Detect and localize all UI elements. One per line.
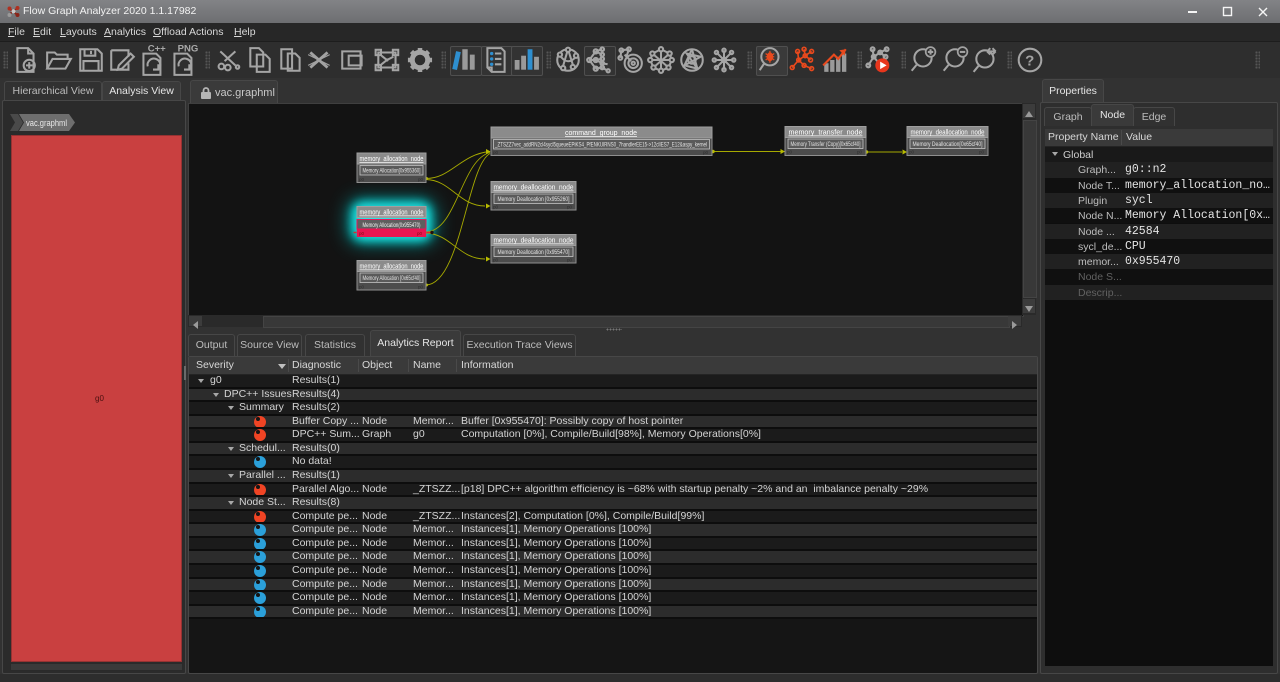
svg-text:Memory Deallocation [0x955260]: Memory Deallocation [0x955260] (498, 197, 570, 203)
svg-text:Memory Allocation [0x65cf40]: Memory Allocation [0x65cf40] (363, 276, 421, 282)
svg-text:Memory Deallocation [0x955470]: Memory Deallocation [0x955470] (498, 250, 570, 256)
svg-text:memory_transfer_node: memory_transfer_node (789, 130, 863, 137)
svg-text:vac.graphml: vac.graphml (26, 118, 67, 128)
svg-text:memory_deallocation_node: memory_deallocation_node (494, 238, 574, 245)
svg-text:memory_allocation_node: memory_allocation_node (360, 210, 424, 217)
svg-text:p0: p0 (417, 231, 423, 236)
svg-text:p0: p0 (359, 231, 365, 236)
svg-text:Memory Allocation[0x955360]: Memory Allocation[0x955360] (363, 169, 421, 175)
svg-text:memory_allocation_node: memory_allocation_node (360, 156, 424, 163)
svg-text:?: ? (1025, 52, 1034, 69)
svg-text:p0: p0 (909, 150, 915, 155)
svg-text:_ZTSZZ7vec_addRN2cl4sycl5queue: _ZTSZZ7vec_addRN2cl4sycl5queueEPiKS4_PfE… (494, 143, 707, 149)
svg-text:p0: p0 (703, 150, 709, 155)
svg-text:Memory Transfer (Copy)[0x65cf4: Memory Transfer (Copy)[0x65cf40] (791, 142, 861, 148)
svg-text:memory_deallocation_node: memory_deallocation_node (494, 185, 574, 192)
svg-text:p0: p0 (493, 150, 499, 155)
svg-text:p0: p0 (418, 285, 424, 290)
svg-text:p0: p0 (979, 150, 985, 155)
svg-text:p0: p0 (567, 258, 573, 263)
svg-text:p0: p0 (787, 150, 793, 155)
svg-text:p0: p0 (567, 205, 573, 210)
svg-text:command_group_node: command_group_node (565, 130, 637, 137)
svg-text:Memory Allocation(0x955470): Memory Allocation(0x955470) (363, 223, 421, 229)
svg-text:p0: p0 (493, 258, 499, 263)
svg-text:p0: p0 (857, 150, 863, 155)
svg-text:p0: p0 (493, 205, 499, 210)
svg-text:p0: p0 (359, 285, 365, 290)
svg-text:p0: p0 (359, 177, 365, 182)
svg-text:Memory Deallocation[0x65cf40]: Memory Deallocation[0x65cf40] (913, 142, 983, 148)
svg-text:memory_deallocation_node: memory_deallocation_node (911, 130, 985, 137)
svg-text:memory_allocation_node: memory_allocation_node (360, 264, 424, 271)
svg-text:p0: p0 (418, 177, 424, 182)
